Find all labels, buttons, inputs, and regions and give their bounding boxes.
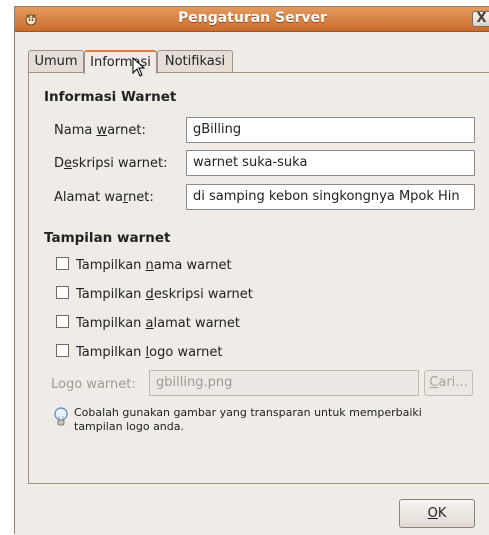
tab-umum[interactable]: Umum [28, 50, 84, 73]
window-title: Pengaturan Server [177, 10, 328, 26]
address-label: Alamat warnet: [54, 190, 154, 205]
button-area: OK [15, 484, 489, 535]
section-title-display: Tampilan warnet [44, 230, 171, 246]
title-bar[interactable]: Pengaturan Server X [15, 7, 489, 32]
checkbox-box[interactable] [56, 344, 69, 357]
tab-panel-informasi: Informasi Warnet Nama warnet: gBilling D… [28, 72, 489, 484]
description-input[interactable]: warnet suka-suka [186, 150, 475, 176]
description-label: Deskripsi warnet: [54, 156, 168, 171]
show-name-checkbox[interactable]: Tampilkan nama warnet [56, 257, 232, 275]
checkbox-box[interactable] [56, 286, 69, 299]
dialog-window: Pengaturan Server X Umum Informasi Notif… [14, 6, 489, 535]
section-title-info: Informasi Warnet [44, 89, 177, 105]
ok-button[interactable]: OK [399, 499, 475, 528]
tab-notifikasi[interactable]: Notifikasi [157, 50, 233, 73]
logo-input[interactable]: gbilling.png [149, 370, 419, 396]
hint-line-1: Cobalah gunakan gambar yang transparan u… [74, 406, 422, 419]
mouse-pointer-icon [132, 56, 146, 81]
name-label: Nama warnet: [54, 123, 146, 138]
checkbox-box[interactable] [56, 315, 69, 328]
logo-label: Logo warnet: [51, 377, 136, 392]
close-icon[interactable]: X [472, 11, 489, 27]
show-address-checkbox[interactable]: Tampilkan alamat warnet [56, 315, 240, 333]
lightbulb-icon [53, 407, 69, 433]
tab-informasi[interactable]: Informasi [84, 50, 157, 74]
browse-button[interactable]: Cari... [424, 370, 473, 396]
name-input[interactable]: gBilling [186, 117, 475, 143]
address-input[interactable]: di samping kebon singkongnya Mpok Hin [186, 184, 475, 210]
show-description-checkbox[interactable]: Tampilkan deskripsi warnet [56, 286, 253, 304]
checkbox-box[interactable] [56, 257, 69, 270]
hint-line-2: tampilan logo anda. [74, 420, 184, 433]
show-logo-checkbox[interactable]: Tampilkan logo warnet [56, 344, 223, 362]
